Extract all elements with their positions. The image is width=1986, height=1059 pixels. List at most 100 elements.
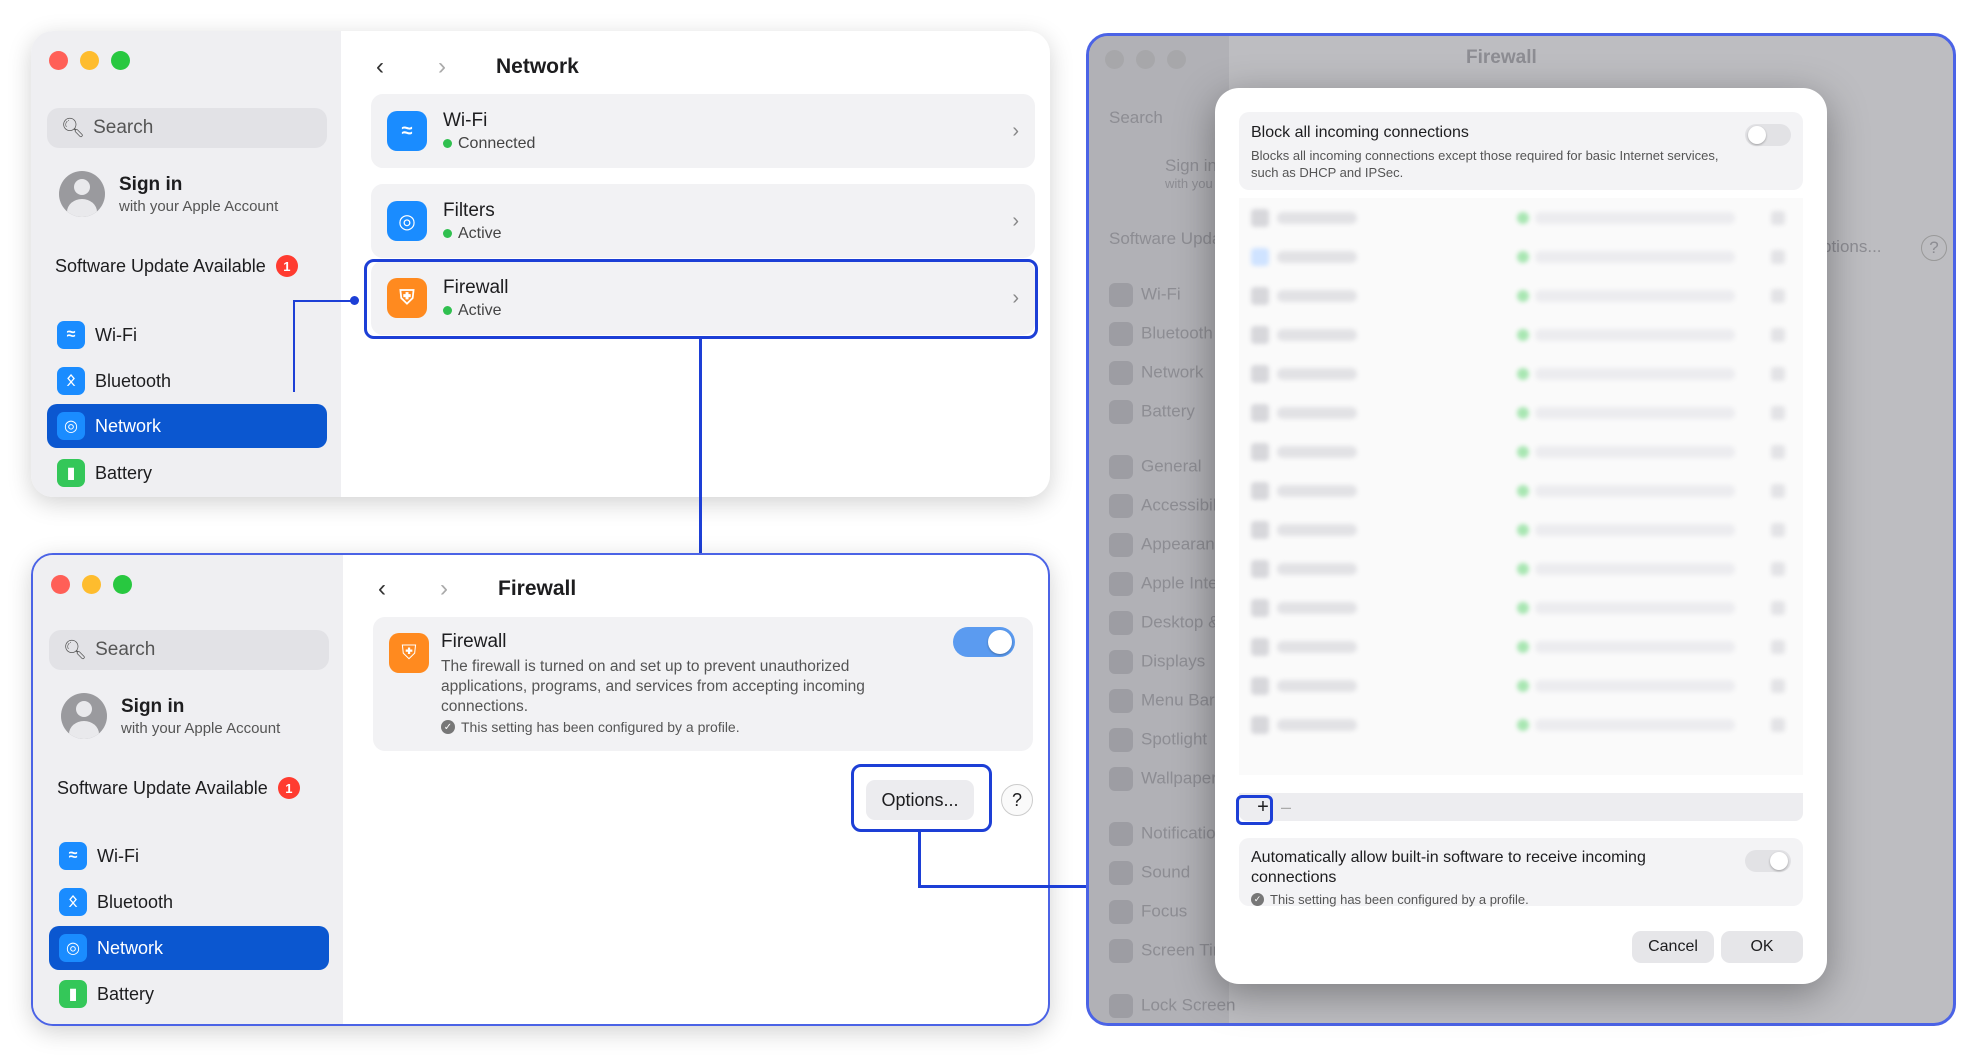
sidebar-item-bluetooth[interactable]: ᛟ Bluetooth	[49, 880, 329, 924]
background-item: Wi-Fi	[1109, 283, 1181, 307]
sidebar-item-network[interactable]: ◎ Network	[47, 404, 327, 448]
sidebar-item-label: Wi-Fi	[97, 845, 139, 866]
notifications-icon	[1109, 822, 1133, 846]
profile-badge-icon: ✓	[1251, 893, 1264, 906]
background-item: Spotlight	[1109, 728, 1207, 752]
cancel-button-label: Cancel	[1648, 938, 1698, 955]
zoom-window-button[interactable]	[113, 575, 132, 594]
sidebar-item-battery[interactable]: ▮ Battery	[47, 451, 327, 495]
chevron-right-icon: ›	[1012, 209, 1019, 232]
ok-button[interactable]: OK	[1721, 931, 1803, 963]
sidebar-item-network[interactable]: ◎ Network	[49, 926, 329, 970]
block-incoming-toggle[interactable]	[1745, 124, 1791, 146]
cancel-button[interactable]: Cancel	[1632, 931, 1714, 963]
row-status: Connected	[458, 134, 536, 152]
search-icon: 🔍︎	[61, 118, 86, 139]
sidebar-item-label: Bluetooth	[97, 891, 174, 912]
bluetooth-icon: ᛟ	[59, 888, 87, 916]
chevron-right-icon: ›	[438, 53, 446, 80]
search-placeholder: Search	[93, 117, 154, 138]
navigation-bar: ‹ › Network	[358, 45, 579, 89]
auto-allow-toggle[interactable]	[1745, 850, 1791, 872]
background-item: Notificatio	[1109, 822, 1216, 846]
network-row-wifi[interactable]: ≈ Wi-Fi Connected ›	[371, 94, 1035, 168]
close-window-button[interactable]	[51, 575, 70, 594]
focus-icon	[1109, 900, 1133, 924]
minimize-window-button[interactable]	[1136, 50, 1155, 69]
sidebar-item-label: Wi-Fi	[95, 324, 137, 345]
zoom-window-button[interactable]	[111, 51, 130, 70]
page-title: Network	[496, 55, 579, 78]
wifi-icon: ≈	[59, 842, 87, 870]
background-update: Software Upda	[1109, 229, 1222, 248]
forward-button[interactable]: ›	[422, 567, 466, 611]
background-item: Screen Tir	[1109, 939, 1218, 963]
sign-in-row[interactable]: Sign in with your Apple Account	[61, 693, 280, 739]
battery-icon: ▮	[59, 980, 87, 1008]
list-item	[1239, 354, 1803, 393]
software-update-row[interactable]: Software Update Available 1	[55, 255, 298, 277]
avatar-icon	[61, 693, 107, 739]
update-count-badge: 1	[275, 255, 298, 277]
list-item	[1239, 237, 1803, 276]
block-incoming-row: Block all incoming connections Blocks al…	[1239, 112, 1803, 190]
close-window-button[interactable]	[1105, 50, 1124, 69]
sidebar-item-bluetooth[interactable]: ᛟ Bluetooth	[47, 359, 327, 403]
list-item	[1239, 549, 1803, 588]
background-item: Appearanc	[1109, 533, 1223, 557]
menu-bar-icon	[1109, 689, 1133, 713]
connector-line	[918, 832, 921, 887]
software-update-label: Software Update Available	[55, 255, 266, 276]
displays-icon	[1109, 650, 1133, 674]
sidebar: 🔍︎ Search Sign in with your Apple Accoun…	[31, 31, 341, 497]
software-update-row[interactable]: Software Update Available 1	[57, 777, 300, 799]
screen-time-icon	[1109, 939, 1133, 963]
bluetooth-icon	[1109, 322, 1133, 346]
back-button[interactable]: ‹	[358, 45, 402, 89]
search-placeholder: Search	[95, 639, 156, 660]
close-window-button[interactable]	[49, 51, 68, 70]
search-input[interactable]: 🔍︎ Search	[47, 108, 327, 148]
gear-icon	[1109, 455, 1133, 479]
sound-icon	[1109, 861, 1133, 885]
back-button[interactable]: ‹	[360, 567, 404, 611]
search-icon: 🔍︎	[63, 640, 88, 661]
help-button[interactable]: ?	[1001, 784, 1033, 816]
list-item	[1239, 588, 1803, 627]
navigation-bar: ‹ › Firewall	[360, 567, 576, 611]
update-count-badge: 1	[277, 777, 300, 799]
help-icon: ?	[1011, 789, 1022, 810]
background-item: Menu Bar	[1109, 689, 1215, 713]
window-controls	[1105, 50, 1186, 69]
connector-line	[699, 339, 702, 553]
search-input[interactable]: 🔍︎ Search	[49, 630, 329, 670]
wallpaper-icon	[1109, 767, 1133, 791]
connector-dot	[350, 296, 359, 305]
forward-button[interactable]: ›	[420, 45, 464, 89]
sidebar-item-battery[interactable]: ▮ Battery	[49, 972, 329, 1016]
firewall-toggle[interactable]	[953, 627, 1015, 657]
sign-in-row[interactable]: Sign in with your Apple Account	[59, 171, 278, 217]
window-controls	[51, 575, 132, 594]
background-item: Lock Screen	[1109, 994, 1236, 1018]
sign-in-subtitle: with your Apple Account	[121, 719, 281, 737]
wifi-icon: ≈	[57, 321, 85, 349]
remove-app-button[interactable]: –	[1281, 795, 1301, 819]
background-item: Network	[1109, 361, 1203, 385]
minimize-window-button[interactable]	[82, 575, 101, 594]
sidebar-item-label: Bluetooth	[95, 370, 172, 391]
sidebar-item-wifi[interactable]: ≈ Wi-Fi	[47, 313, 327, 357]
toggle-knob	[1748, 126, 1766, 144]
window-controls	[49, 51, 130, 70]
row-status: Active	[458, 224, 502, 242]
network-row-filters[interactable]: ◎ Filters Active ›	[371, 184, 1035, 258]
background-item: Sound	[1109, 861, 1190, 885]
minimize-window-button[interactable]	[80, 51, 99, 70]
zoom-window-button[interactable]	[1167, 50, 1186, 69]
firewall-card: ⛨ Firewall The firewall is turned on and…	[373, 617, 1033, 751]
globe-filter-icon: ◎	[387, 201, 427, 241]
sign-in-title: Sign in	[119, 173, 183, 195]
ok-button-label: OK	[1750, 938, 1774, 955]
sidebar-item-wifi[interactable]: ≈ Wi-Fi	[49, 834, 329, 878]
background-title: Firewall	[1466, 47, 1537, 68]
